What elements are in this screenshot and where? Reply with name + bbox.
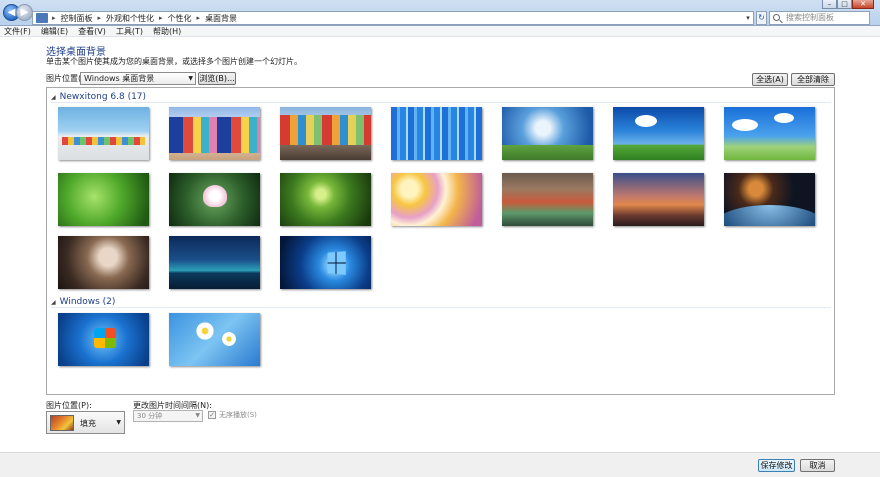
chevron-right-icon[interactable]: ▸ xyxy=(52,14,61,22)
thumbnail-detail xyxy=(203,185,227,207)
search-placeholder: 搜索控制面板 xyxy=(786,13,834,22)
group-divider xyxy=(51,307,831,308)
chevron-right-icon[interactable]: ▸ xyxy=(159,14,168,22)
thumbnail-detail xyxy=(62,137,145,145)
thumbnail-detail xyxy=(502,145,593,160)
chevron-down-icon: ▼ xyxy=(116,419,121,426)
thumbnail-canal-houses[interactable] xyxy=(280,107,371,160)
picture-location-value: Windows 桌面背景 xyxy=(84,74,155,83)
group-header-windows[interactable]: ◢ Windows (2) xyxy=(51,297,115,307)
browse-button[interactable]: 浏览(B)... xyxy=(198,72,236,85)
thumbnail-detail xyxy=(221,331,237,347)
thumbnail-lotus-flower[interactable] xyxy=(169,173,260,226)
thumbnail-windows7-logo[interactable] xyxy=(58,313,149,366)
save-button[interactable]: 保存修改 xyxy=(758,459,795,472)
checkbox-icon[interactable]: ✓ xyxy=(208,411,216,419)
interval-select[interactable]: 30 分钟 ▼ xyxy=(133,410,203,422)
windows-logo-icon xyxy=(94,328,116,348)
refresh-icon[interactable]: ↻ xyxy=(756,11,767,25)
breadcrumb-personalization[interactable]: 个性化 xyxy=(168,13,197,24)
search-icon xyxy=(773,14,780,21)
shuffle-label: 无序播放(S) xyxy=(219,411,257,419)
menu-help[interactable]: 帮助(H) xyxy=(149,26,187,36)
menu-file[interactable]: 文件(F) xyxy=(0,26,37,36)
thumbnail-green-field-sky[interactable] xyxy=(613,107,704,160)
thumbnail-night-hills[interactable] xyxy=(169,236,260,289)
thumbnail-detail xyxy=(732,119,758,131)
thumbnail-windows10-logo[interactable] xyxy=(280,236,371,289)
chevron-down-icon: ▼ xyxy=(195,412,200,419)
minimize-icon[interactable]: – xyxy=(822,0,837,9)
collapse-triangle-icon[interactable]: ◢ xyxy=(51,299,56,306)
address-bar[interactable]: ▸ 控制面板 ▸ 外观和个性化 ▸ 个性化 ▸ 桌面背景 ▾ xyxy=(32,11,754,25)
thumbnail-detail xyxy=(195,321,215,341)
thumbnail-canyon-valley[interactable] xyxy=(502,173,593,226)
chevron-right-icon[interactable]: ▸ xyxy=(98,14,107,22)
thumbnail-daisies-blue[interactable] xyxy=(169,313,260,366)
thumbnail-detail xyxy=(635,115,657,127)
window-controls: – □ ✕ xyxy=(822,0,874,9)
group-title: Windows (2) xyxy=(59,297,116,307)
picture-position-label: 图片位置(P): xyxy=(46,401,92,410)
control-panel-icon xyxy=(36,13,48,23)
menu-tools[interactable]: 工具(T) xyxy=(112,26,149,36)
group-header-newxitong[interactable]: ◢ Newxitong 6.8 (17) xyxy=(51,92,146,102)
select-all-button[interactable]: 全选(A) xyxy=(752,73,788,86)
clear-all-button[interactable]: 全部清除(C) xyxy=(791,73,835,95)
picture-position-select[interactable]: 填充 ▼ xyxy=(46,411,125,434)
maximize-icon[interactable]: □ xyxy=(837,0,852,9)
menu-edit[interactable]: 编辑(E) xyxy=(37,26,74,36)
chevron-right-icon[interactable]: ▸ xyxy=(197,14,206,22)
menu-view[interactable]: 查看(V) xyxy=(74,26,112,36)
title-bar: ◀ ▶ ▸ 控制面板 ▸ 外观和个性化 ▸ 个性化 ▸ 桌面背景 ▾ ↻ 搜索控… xyxy=(0,0,880,26)
thumbnail-beach-cabins[interactable] xyxy=(58,107,149,160)
thumbnail-planet-space[interactable] xyxy=(724,173,815,226)
thumbnail-colorful-huts-flag[interactable] xyxy=(169,107,260,160)
thumbnail-detail xyxy=(774,113,794,123)
forward-arrow-icon[interactable]: ▶ xyxy=(16,4,33,21)
collapse-triangle-icon[interactable]: ◢ xyxy=(51,94,56,101)
position-preview-image xyxy=(50,415,74,431)
picture-location-select[interactable]: Windows 桌面背景 ▼ xyxy=(80,72,196,85)
thumbnail-green-leaf[interactable] xyxy=(58,173,149,226)
breadcrumb-appearance[interactable]: 外观和个性化 xyxy=(106,13,159,24)
footer-bar xyxy=(0,452,880,477)
group-title: Newxitong 6.8 (17) xyxy=(59,92,147,102)
interval-value: 30 分钟 xyxy=(137,412,163,420)
thumbnail-mountain-sunset[interactable] xyxy=(613,173,704,226)
thumbnail-meadow-clouds[interactable] xyxy=(724,107,815,160)
thumbnail-blue-forest[interactable] xyxy=(391,107,482,160)
page-description: 单击某个图片使其成为您的桌面背景，或选择多个图片创建一个幻灯片。 xyxy=(46,57,302,66)
thumbnail-detail xyxy=(169,117,260,153)
menu-bar: 文件(F) 编辑(E) 查看(V) 工具(T) 帮助(H) xyxy=(0,26,880,37)
thumbnail-woman-portrait[interactable] xyxy=(58,236,149,289)
cancel-button[interactable]: 取消 xyxy=(800,459,835,472)
thumbnail-detail xyxy=(280,115,371,145)
shuffle-checkbox[interactable]: ✓ 无序播放(S) xyxy=(208,410,257,420)
breadcrumb-desktop-background[interactable]: 桌面背景 xyxy=(205,13,242,24)
chevron-down-icon: ▼ xyxy=(188,75,193,82)
thumbnail-plumeria-flowers[interactable] xyxy=(391,173,482,226)
chevron-down-icon[interactable]: ▾ xyxy=(743,12,753,24)
thumbnail-detail xyxy=(724,205,815,226)
thumbnail-fern-spiral[interactable] xyxy=(280,173,371,226)
group-divider xyxy=(51,102,831,103)
close-icon[interactable]: ✕ xyxy=(852,0,874,9)
windows-logo-icon xyxy=(327,251,346,275)
search-input[interactable]: 搜索控制面板 xyxy=(769,11,870,25)
wallpaper-gallery[interactable]: ◢ Newxitong 6.8 (17) ◢ Windows (2) xyxy=(46,87,835,395)
picture-position-value: 填充 xyxy=(80,419,96,428)
thumbnail-wind-turbine-road[interactable] xyxy=(502,107,593,160)
breadcrumb-control-panel[interactable]: 控制面板 xyxy=(61,13,98,24)
